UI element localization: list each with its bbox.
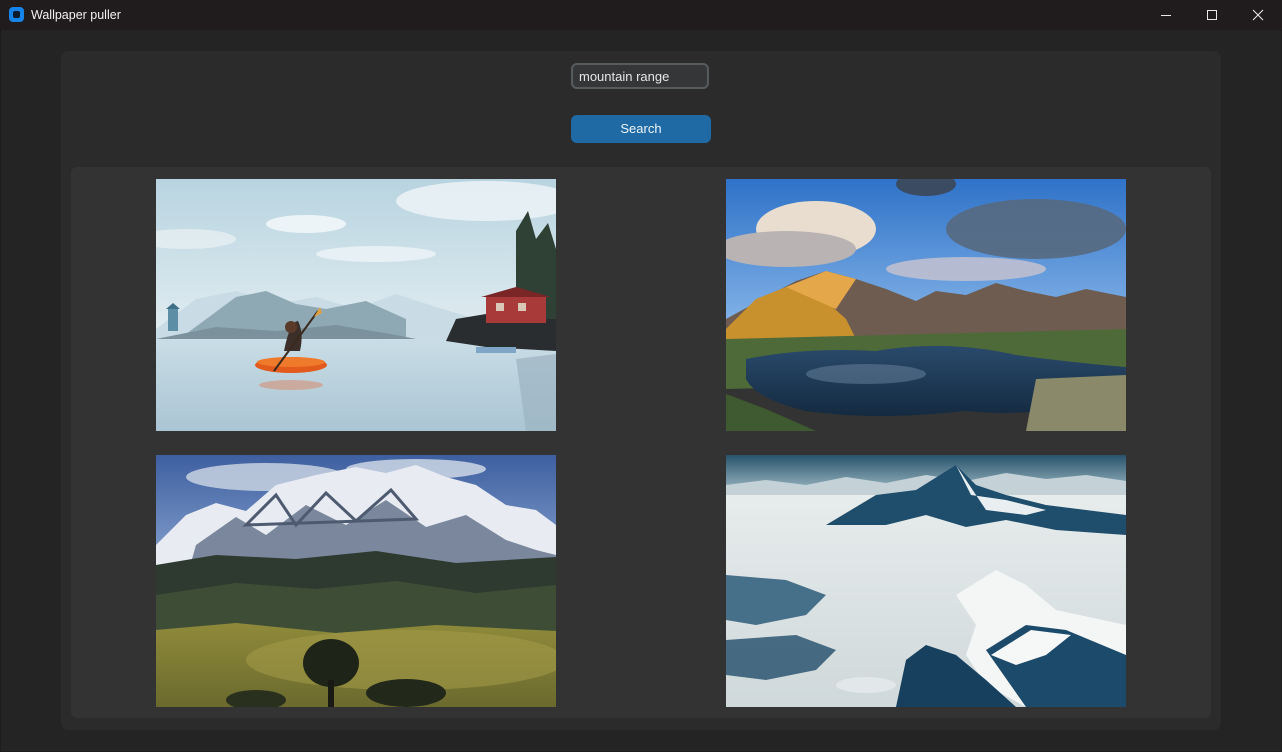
wallpaper-thumbnail[interactable] [726, 179, 1126, 431]
app-icon [9, 7, 24, 22]
wallpaper-image-alpine-lake [726, 179, 1126, 431]
wallpaper-thumbnail[interactable] [156, 179, 556, 431]
wallpaper-thumbnail[interactable] [726, 455, 1126, 707]
maximize-icon [1207, 10, 1217, 20]
window-title: Wallpaper puller [31, 8, 121, 22]
close-icon [1252, 9, 1264, 21]
wallpaper-image-snowy-ridge [156, 455, 556, 707]
close-button[interactable] [1235, 0, 1281, 30]
wallpaper-image-kayak [156, 179, 556, 431]
title-bar: Wallpaper puller [0, 0, 1282, 31]
minimize-icon [1161, 15, 1171, 16]
wallpaper-thumbnail[interactable] [156, 455, 556, 707]
maximize-button[interactable] [1189, 0, 1235, 30]
wallpaper-image-glacier [726, 455, 1126, 707]
search-button[interactable]: Search [571, 115, 711, 143]
search-input[interactable] [571, 63, 709, 89]
minimize-button[interactable] [1143, 0, 1189, 30]
